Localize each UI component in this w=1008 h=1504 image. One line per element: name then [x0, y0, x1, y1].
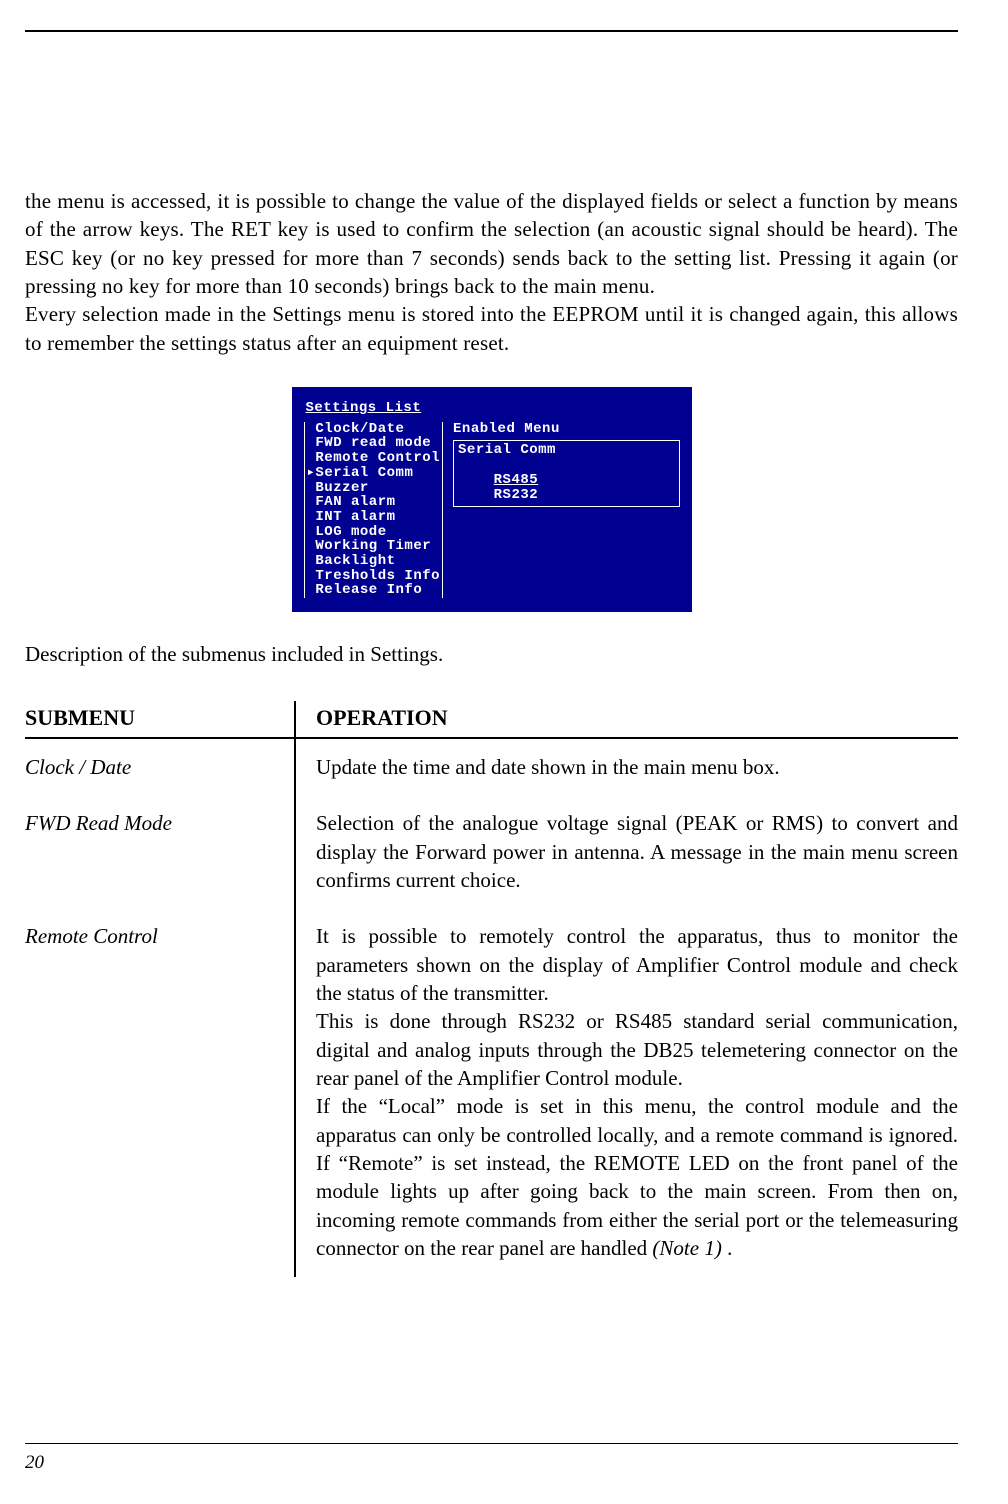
submenu-name: Clock / Date — [25, 738, 295, 795]
term-item: Remote Control — [307, 451, 441, 466]
page-number: 20 — [25, 1452, 44, 1474]
term-item: Tresholds Info — [307, 569, 441, 584]
term-item: FAN alarm — [307, 495, 441, 510]
terminal-right-box: Serial Comm RS485 RS232 — [453, 440, 679, 507]
op-para: It is possible to remotely control the a… — [316, 924, 958, 1005]
term-item: Buzzer — [307, 481, 441, 496]
op-para: If the “Local” mode is set in this menu,… — [316, 1094, 958, 1260]
term-item: Release Info — [307, 583, 441, 598]
table-row: FWD Read Mode Selection of the analogue … — [25, 795, 958, 908]
terminal-title: Settings List — [306, 401, 680, 416]
intro-para-2: Every selection made in the Settings men… — [25, 302, 958, 354]
terminal-right-panel: Enabled Menu Serial Comm RS485 RS232 — [453, 422, 679, 507]
terminal-left-list: Clock/Date FWD read mode Remote Control▸… — [304, 422, 444, 598]
term-item: INT alarm — [307, 510, 441, 525]
table-header-submenu: SUBMENU — [25, 701, 295, 738]
table-row: Remote Control It is possible to remotel… — [25, 908, 958, 1276]
top-rule — [25, 30, 958, 32]
intro-para-1: the menu is accessed, it is possible to … — [25, 189, 958, 298]
submenu-name: FWD Read Mode — [25, 795, 295, 908]
intro-text: the menu is accessed, it is possible to … — [25, 187, 958, 357]
submenu-table: SUBMENU OPERATION Clock / Date Update th… — [25, 701, 958, 1277]
term-item: ▸Serial Comm — [307, 466, 441, 481]
op-para-tail: . — [722, 1236, 733, 1260]
term-item: Backlight — [307, 554, 441, 569]
submenu-operation: It is possible to remotely control the a… — [295, 908, 958, 1276]
note-ref: (Note 1) — [652, 1236, 721, 1260]
submenu-operation: Selection of the analogue voltage signal… — [295, 795, 958, 908]
terminal-screen: Settings List Clock/Date FWD read mode R… — [292, 387, 692, 612]
op-para: This is done through RS232 or RS485 stan… — [316, 1009, 958, 1090]
term-item: Working Timer — [307, 539, 441, 554]
bottom-rule — [25, 1443, 958, 1444]
terminal-right-header: Enabled Menu — [453, 422, 679, 437]
term-item: LOG mode — [307, 525, 441, 540]
term-option: RS232 — [494, 487, 539, 503]
table-header-operation: OPERATION — [295, 701, 958, 738]
terminal-figure: Settings List Clock/Date FWD read mode R… — [25, 387, 958, 612]
term-item: Clock/Date — [307, 422, 441, 437]
term-item: FWD read mode — [307, 436, 441, 451]
term-right-box-title: Serial Comm — [458, 442, 556, 458]
description-line: Description of the submenus included in … — [25, 642, 958, 667]
term-option-selected: RS485 — [494, 472, 539, 488]
table-row: Clock / Date Update the time and date sh… — [25, 738, 958, 795]
submenu-name: Remote Control — [25, 908, 295, 1276]
submenu-operation: Update the time and date shown in the ma… — [295, 738, 958, 795]
